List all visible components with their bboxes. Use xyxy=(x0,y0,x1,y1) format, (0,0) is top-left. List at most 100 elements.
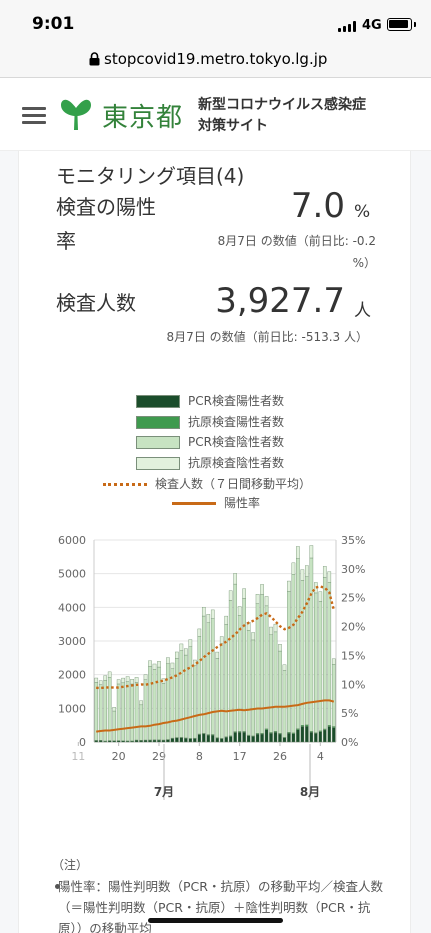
bar-segment xyxy=(179,650,184,738)
bar-segment xyxy=(255,603,260,734)
legend-swatch xyxy=(136,457,180,470)
bar-segment xyxy=(309,731,314,743)
browser-url-bar[interactable]: stopcovid19.metro.tokyo.lg.jp xyxy=(0,44,431,78)
month-label: 7月 xyxy=(154,785,174,799)
bar-segment xyxy=(278,650,282,734)
bar-segment xyxy=(233,573,237,585)
legend-item[interactable]: 抗原検査陰性者数 xyxy=(136,454,284,472)
bar-segment xyxy=(166,657,170,664)
logo-text[interactable]: 東京都 xyxy=(102,97,183,134)
legend-label: 抗原検査陽性者数 xyxy=(188,415,285,429)
positivity-note: 8月7日 の数値（前日比: -0.2 %） xyxy=(170,230,376,274)
legend-item[interactable]: 抗原検査陽性者数 xyxy=(136,413,284,431)
home-indicator[interactable] xyxy=(148,918,283,923)
bar-segment xyxy=(251,632,255,641)
bar-segment xyxy=(152,669,157,740)
status-bar: 9:01 4G xyxy=(0,0,431,44)
bar-segment xyxy=(327,582,332,726)
bar-segment xyxy=(98,740,103,743)
bar-segment xyxy=(287,732,291,743)
y-right-tick-label: 20% xyxy=(341,621,365,634)
bar-segment xyxy=(184,654,188,739)
bar-segment xyxy=(237,606,242,616)
legend-item[interactable]: 検査人数（７日間移動平均） xyxy=(103,475,311,493)
url-text[interactable]: stopcovid19.metro.tokyo.lg.jp xyxy=(104,50,327,68)
bar-segment xyxy=(264,729,269,743)
bar-segment xyxy=(143,679,148,741)
bar-segment xyxy=(215,737,220,743)
bar-segment xyxy=(166,739,170,743)
tests-unit: 人 xyxy=(354,301,371,321)
bar-segment xyxy=(291,733,296,743)
bar-segment xyxy=(300,726,305,743)
bar-segment xyxy=(251,736,255,743)
bar-segment xyxy=(273,731,278,743)
bar-segment xyxy=(305,725,309,743)
bar-segment xyxy=(296,729,300,743)
legend-item[interactable]: PCR検査陽性者数 xyxy=(136,392,284,410)
y-right-tick-label: 30% xyxy=(341,563,365,576)
bar-segment xyxy=(210,609,215,619)
bar-segment xyxy=(125,676,130,682)
bar-segment xyxy=(255,733,260,743)
y-right-tick-label: 5% xyxy=(341,707,358,720)
legend-label: 検査人数（７日間移動平均） xyxy=(155,477,312,491)
bar-segment xyxy=(188,738,193,743)
bar-segment xyxy=(269,626,273,636)
bar-segment xyxy=(139,740,143,743)
tests-note: 8月7日 の数値（前日比: -513.3 人） xyxy=(166,330,368,344)
bar-segment xyxy=(179,643,184,651)
bar-segment xyxy=(260,733,264,743)
positivity-label-line2: 率 xyxy=(56,229,76,253)
legend-item[interactable]: PCR検査陰性者数 xyxy=(136,433,284,451)
y-left-tick-label: 0 xyxy=(79,736,86,749)
bar-segment xyxy=(193,738,197,743)
bar-segment xyxy=(210,734,215,743)
bar-segment xyxy=(201,733,206,743)
bar-segment xyxy=(282,664,287,671)
site-title-line1: 新型コロナウイルス感染症 xyxy=(198,97,366,113)
y-right-tick-label: 10% xyxy=(341,678,365,691)
y-right-tick-label: 0% xyxy=(341,736,358,749)
bar-segment xyxy=(331,663,336,727)
notes-text: 陽性率：陽性判明数（PCR・抗原）の移動平均／検査人数（＝陽性判明数（PCR・抗… xyxy=(58,879,383,933)
x-tick-label: 8 xyxy=(196,750,203,763)
bar-segment xyxy=(287,591,291,733)
bar-segment xyxy=(331,727,336,743)
legend-swatch xyxy=(136,436,180,449)
bar-segment xyxy=(322,577,327,730)
bar-segment xyxy=(152,663,157,670)
bar-segment xyxy=(143,674,148,680)
bar-segment xyxy=(170,668,175,739)
bar-segment xyxy=(264,596,269,607)
bar-segment xyxy=(130,683,134,742)
menu-icon[interactable] xyxy=(22,107,46,125)
bar-segment xyxy=(148,660,152,667)
bar-segment xyxy=(219,636,224,644)
bar-segment xyxy=(291,562,296,575)
bar-segment xyxy=(193,665,197,739)
legend-item[interactable]: 陽性率 xyxy=(172,494,260,512)
tokyo-ginkgo-logo-icon[interactable] xyxy=(58,97,94,133)
site-title[interactable]: 新型コロナウイルス感染症 対策サイト xyxy=(198,95,366,137)
bar-segment xyxy=(112,707,116,712)
bar-segment xyxy=(166,663,170,740)
site-title-line2: 対策サイト xyxy=(198,118,268,134)
bar-segment xyxy=(148,739,152,743)
bar-segment xyxy=(219,643,224,739)
bar-segment xyxy=(116,683,121,741)
y-left-tick-label: 3000 xyxy=(58,635,86,648)
bar-segment xyxy=(215,651,220,659)
bar-segment xyxy=(148,666,152,741)
bar-segment xyxy=(331,658,336,665)
bar-segment xyxy=(188,639,193,647)
bar-segment xyxy=(201,607,206,617)
bar-segment xyxy=(219,738,224,743)
bar-segment xyxy=(305,565,309,577)
bar-segment xyxy=(103,680,108,742)
bar-segment xyxy=(116,679,121,685)
card-title: モニタリング項目(4) xyxy=(56,164,245,188)
bar-segment xyxy=(107,671,112,678)
bar-segment xyxy=(228,736,233,743)
x-tick-label: 20 xyxy=(112,750,126,763)
